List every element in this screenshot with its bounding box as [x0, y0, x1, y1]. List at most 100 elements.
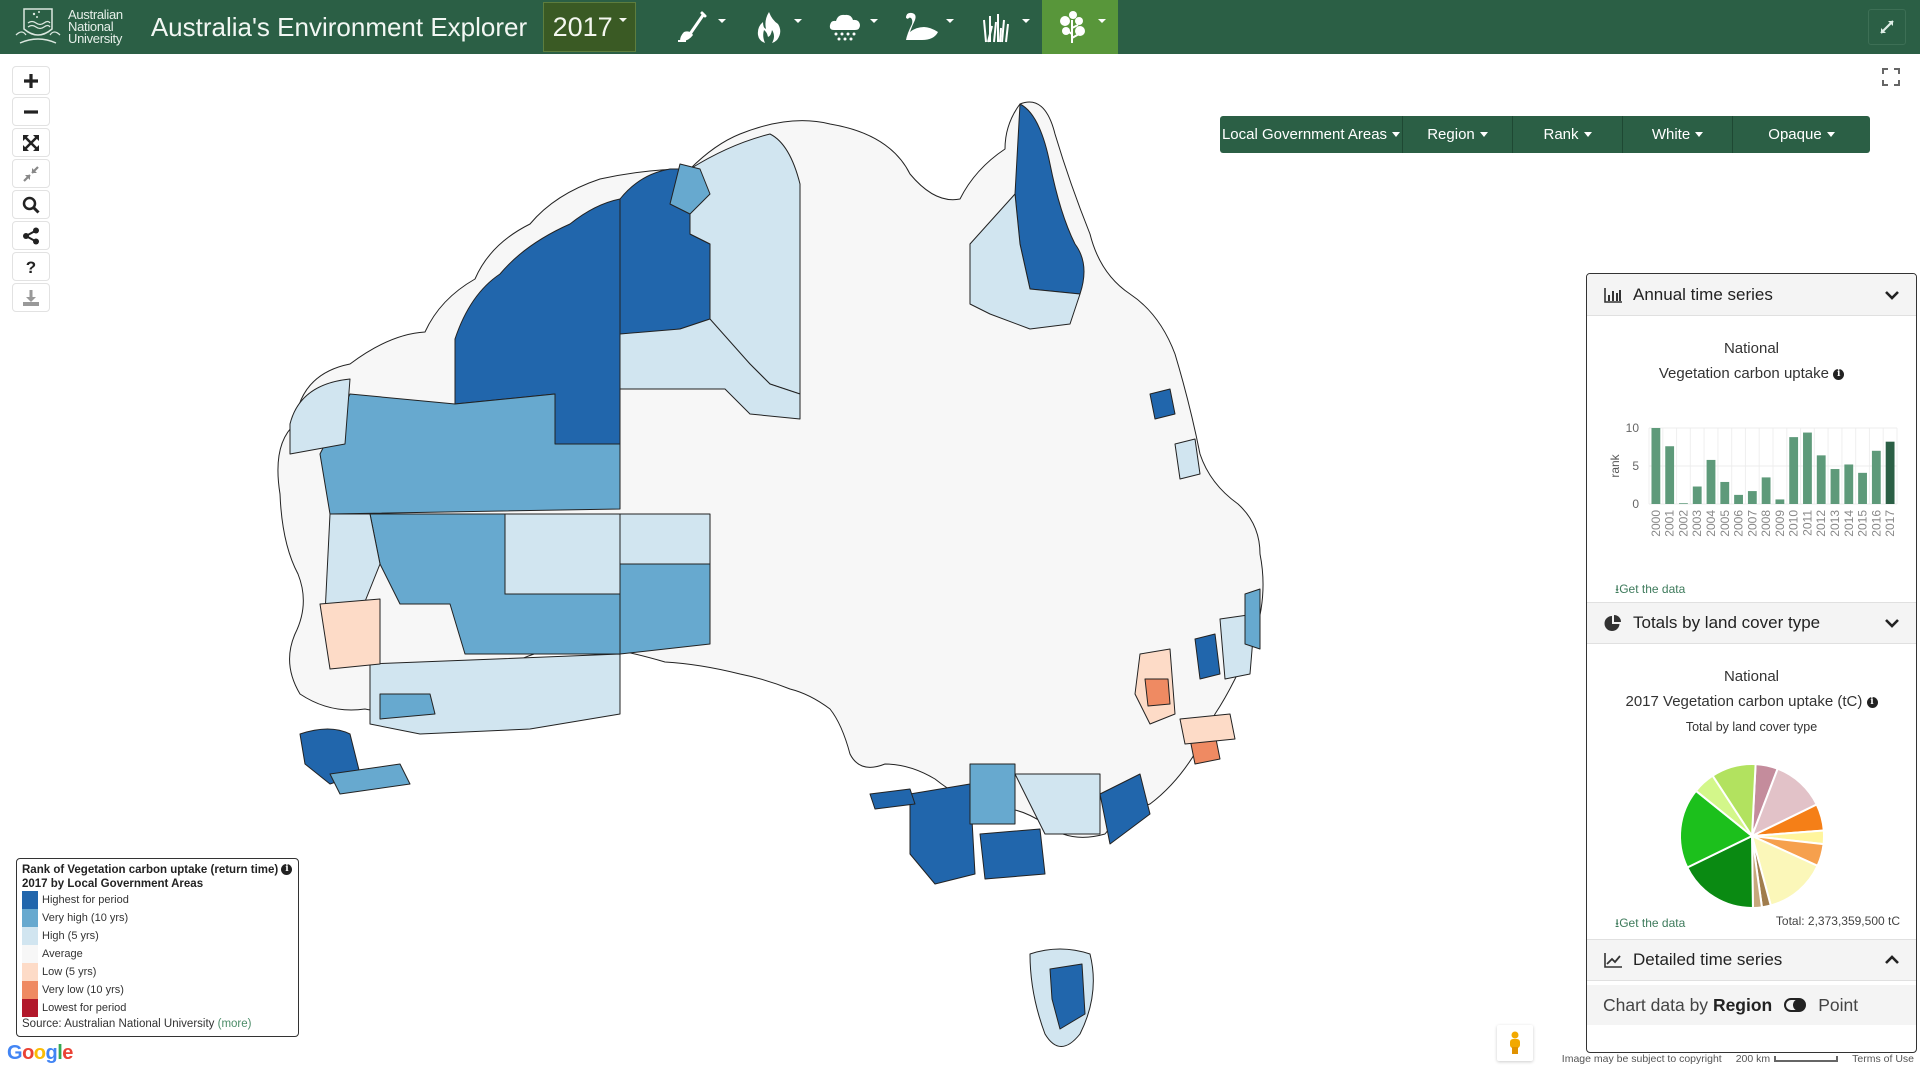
help-button[interactable]: ?: [12, 252, 50, 281]
street-view-pegman[interactable]: [1497, 1025, 1533, 1061]
search-button[interactable]: [12, 190, 50, 219]
chart-by-region-option[interactable]: Region: [1713, 995, 1772, 1016]
theme-landscape-button[interactable]: [966, 0, 1042, 54]
info-icon[interactable]: i: [1833, 368, 1845, 380]
legend-item: Average: [22, 945, 293, 963]
anu-logo[interactable]: Australian National University: [14, 0, 123, 54]
x-tick-label: 2006: [1732, 510, 1746, 537]
bar-2016[interactable]: [1871, 450, 1881, 504]
reduce-button[interactable]: [12, 159, 50, 188]
terms-of-use-link[interactable]: Terms of Use: [1852, 1053, 1914, 1065]
bar-2011[interactable]: [1803, 432, 1812, 504]
zoom-in-icon: [24, 73, 38, 88]
region-vic-central-highest[interactable]: [979, 828, 1046, 880]
caret-down-icon: [1695, 132, 1704, 137]
chart-by-point-option[interactable]: Point: [1818, 995, 1858, 1016]
totals-chart-title-text: 2017 Vegetation carbon uptake (tC): [1625, 693, 1863, 710]
australia-choropleth-map[interactable]: [270, 74, 1320, 1068]
bar-2001[interactable]: [1665, 446, 1675, 504]
region-dropdown[interactable]: Region: [1403, 116, 1513, 153]
totals-get-data-link[interactable]: ⭳Get the data: [1615, 914, 1685, 935]
basemap-dropdown[interactable]: White: [1623, 116, 1733, 153]
region-nsw-coast-very-high[interactable]: [1244, 588, 1261, 650]
bar-2000[interactable]: [1651, 428, 1661, 504]
annual-time-series-header[interactable]: Annual time series: [1587, 274, 1916, 316]
caret-down-icon: [1392, 132, 1401, 137]
totals-region-label: National: [1723, 668, 1780, 685]
region-nsw-hunter-low[interactable]: [1179, 713, 1236, 745]
theme-soil-button[interactable]: [662, 0, 738, 54]
bar-2013[interactable]: [1830, 469, 1840, 504]
x-tick-label: 2004: [1704, 510, 1718, 537]
bar-2005[interactable]: [1720, 481, 1730, 504]
region-nsw-northeast-highest[interactable]: [1194, 633, 1221, 680]
detailed-time-series-header[interactable]: Detailed time series: [1587, 939, 1916, 981]
region-sa-southeast-highest[interactable]: [909, 783, 976, 885]
annual-get-data-link[interactable]: ⭳Get the data: [1615, 580, 1685, 601]
legend-more-link[interactable]: (more): [218, 1018, 252, 1030]
region-qld-coast-high[interactable]: [1174, 438, 1201, 480]
scale-indicator[interactable]: 200 km: [1735, 1053, 1839, 1065]
bar-2017[interactable]: [1885, 441, 1895, 504]
bar-2007[interactable]: [1747, 491, 1757, 504]
x-tick-label: 2016: [1869, 510, 1883, 537]
bar-chart-icon: [1604, 287, 1622, 303]
chevron-down-icon: [1885, 619, 1899, 628]
expand-button[interactable]: [1868, 9, 1906, 45]
shovel-icon: [678, 11, 707, 42]
scale-label: 200 km: [1735, 1053, 1771, 1065]
zoom-out-button[interactable]: [12, 97, 50, 126]
y-tick-label: 0: [1632, 497, 1639, 511]
bar-2010[interactable]: [1789, 437, 1799, 504]
region-nsw-central-very-low[interactable]: [1144, 678, 1171, 707]
legend-swatch: [22, 909, 38, 927]
bar-2014[interactable]: [1844, 464, 1854, 504]
download-button[interactable]: [12, 283, 50, 312]
theme-water-button[interactable]: [890, 0, 966, 54]
region-esperance-very-high[interactable]: [379, 693, 436, 720]
opacity-dropdown[interactable]: Opaque: [1733, 116, 1870, 153]
chevron-down-icon: [1885, 290, 1899, 300]
bar-2002[interactable]: [1679, 503, 1688, 504]
region-wa-wheatbelt-low[interactable]: [319, 598, 381, 670]
region-sa-northwest-very-high[interactable]: [619, 563, 711, 655]
info-icon[interactable]: i: [1866, 696, 1878, 708]
bar-2004[interactable]: [1706, 459, 1716, 504]
boundary-dropdown[interactable]: Local Government Areas: [1220, 116, 1403, 153]
year-dropdown[interactable]: 2017: [543, 2, 637, 52]
y-tick-label: 5: [1632, 459, 1639, 473]
bar-2012[interactable]: [1816, 455, 1826, 504]
region-sa-north-high[interactable]: [619, 513, 711, 565]
region-gascoyne-high[interactable]: [289, 378, 351, 455]
svg-text:?: ?: [26, 258, 36, 277]
google-logo[interactable]: Google: [7, 1042, 73, 1065]
x-tick-label: 2000: [1649, 510, 1663, 537]
theme-vegetation-button[interactable]: [1042, 0, 1119, 54]
bar-2009[interactable]: [1775, 499, 1785, 504]
region-mackay-highest[interactable]: [1149, 388, 1176, 420]
info-icon[interactable]: i: [281, 864, 293, 876]
share-button[interactable]: [12, 221, 50, 250]
caret-down-icon: [1098, 19, 1107, 23]
bar-2003[interactable]: [1692, 486, 1702, 504]
bar-2008[interactable]: [1761, 477, 1771, 504]
region-vic-west-very-high[interactable]: [969, 763, 1016, 825]
bar-2006[interactable]: [1734, 494, 1743, 504]
totals-chart-title: 2017 Vegetation carbon uptake (tC) i: [1587, 693, 1916, 710]
fullscreen-button[interactable]: [1880, 66, 1902, 88]
zoom-in-button[interactable]: [12, 66, 50, 95]
theme-weather-button[interactable]: [814, 0, 890, 54]
totals-by-land-cover-header[interactable]: Totals by land cover type: [1587, 602, 1916, 644]
x-tick-label: 2008: [1759, 510, 1773, 537]
region-point-toggle[interactable]: [1784, 998, 1807, 1012]
legend-title: Rank of Vegetation carbon uptake (return…: [22, 863, 293, 877]
legend-title-line1: Rank of Vegetation carbon uptake (return…: [22, 864, 279, 876]
rank-dropdown[interactable]: Rank: [1513, 116, 1623, 153]
region-central-wa-high[interactable]: [504, 513, 621, 595]
pie-chart-title: Total by land cover type: [1685, 720, 1818, 734]
theme-fire-button[interactable]: [738, 0, 814, 54]
bar-2015[interactable]: [1858, 472, 1867, 504]
zoom-extent-button[interactable]: [12, 128, 50, 157]
chart-data-by-toggle-row: Chart data by Region Point: [1587, 985, 1916, 1025]
region-kangaroo-island-highest[interactable]: [869, 788, 916, 810]
